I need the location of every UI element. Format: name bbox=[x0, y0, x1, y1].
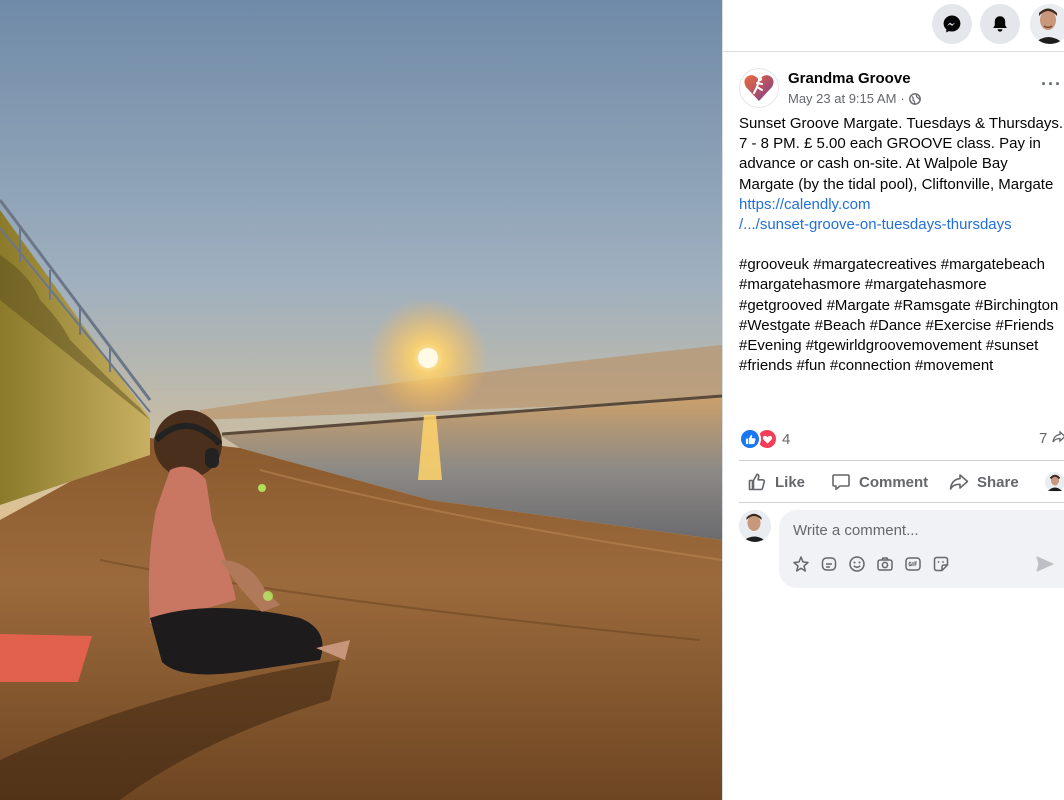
post-link[interactable]: https://calendly.com /.../sunset-groove-o… bbox=[739, 196, 1012, 233]
messenger-icon bbox=[943, 15, 961, 33]
top-bar bbox=[723, 0, 1064, 52]
comment-bubble-icon bbox=[832, 474, 850, 490]
post-link-line2: /.../sunset-groove-on-tuesdays-thursdays bbox=[739, 216, 1012, 234]
post-body: Sunset Groove Margate. Tuesdays & Thursd… bbox=[739, 114, 1064, 235]
sticker-icon[interactable] bbox=[819, 554, 839, 574]
action-bar: Like Comment Share bbox=[739, 464, 1064, 500]
camera-icon[interactable] bbox=[875, 554, 895, 574]
reactions-summary[interactable]: 4 bbox=[739, 428, 790, 450]
heart-logo-icon bbox=[744, 75, 774, 101]
divider-top bbox=[739, 460, 1064, 461]
emoji-icon[interactable] bbox=[847, 554, 867, 574]
notifications-button[interactable] bbox=[980, 4, 1020, 44]
thumbs-up-icon bbox=[748, 473, 766, 491]
like-button[interactable]: Like bbox=[747, 464, 805, 500]
post-link-line1: https://calendly.com bbox=[739, 195, 871, 213]
sticker-face-icon[interactable] bbox=[931, 554, 951, 574]
share-arrow-icon bbox=[1051, 430, 1064, 443]
post-header: Grandma Groove May 23 at 9:15 AM · ··· bbox=[739, 68, 1062, 112]
send-icon[interactable] bbox=[1035, 554, 1057, 576]
page-avatar[interactable] bbox=[739, 68, 779, 108]
globe-icon[interactable] bbox=[908, 92, 921, 105]
post-timestamp[interactable]: May 23 at 9:15 AM bbox=[788, 91, 896, 106]
comment-input[interactable] bbox=[791, 518, 1035, 542]
reaction-count: 4 bbox=[782, 430, 791, 448]
share-count-value: 7 bbox=[1039, 430, 1048, 447]
profile-avatar[interactable] bbox=[1030, 4, 1064, 44]
post-detail-panel: Grandma Groove May 23 at 9:15 AM · ··· S… bbox=[722, 0, 1064, 800]
messenger-button[interactable] bbox=[932, 4, 972, 44]
divider-bottom bbox=[739, 502, 1064, 503]
share-label: Share bbox=[977, 473, 1019, 491]
post-photo[interactable] bbox=[0, 0, 722, 800]
more-options-button[interactable]: ··· bbox=[1041, 74, 1062, 95]
share-as-avatar[interactable] bbox=[1045, 464, 1064, 500]
bell-icon bbox=[993, 16, 1007, 32]
beach-sunset-photo bbox=[0, 0, 722, 800]
post-text: Sunset Groove Margate. Tuesdays & Thursd… bbox=[739, 114, 1064, 376]
commenter-avatar[interactable] bbox=[739, 510, 771, 542]
post-hashtags[interactable]: #grooveuk #margatecreatives #margatebeac… bbox=[739, 255, 1064, 376]
share-icon bbox=[949, 474, 969, 490]
post-message: Sunset Groove Margate. Tuesdays & Thursd… bbox=[739, 115, 1064, 193]
post-meta: May 23 at 9:15 AM · bbox=[788, 91, 921, 106]
share-button[interactable]: Share bbox=[949, 464, 1019, 500]
comment-box bbox=[779, 510, 1064, 588]
gif-icon[interactable] bbox=[903, 554, 923, 574]
mini-profile-avatar bbox=[1045, 472, 1064, 492]
like-label: Like bbox=[775, 473, 806, 491]
page-name[interactable]: Grandma Groove bbox=[788, 70, 911, 87]
comment-composer bbox=[739, 510, 1064, 590]
meta-separator: · bbox=[900, 91, 905, 106]
like-reaction-icon bbox=[739, 428, 761, 450]
share-count[interactable]: 7 bbox=[1039, 430, 1064, 447]
avatar-sticker-icon[interactable] bbox=[791, 554, 811, 574]
comment-button[interactable]: Comment bbox=[831, 464, 928, 500]
comment-label: Comment bbox=[859, 473, 929, 491]
